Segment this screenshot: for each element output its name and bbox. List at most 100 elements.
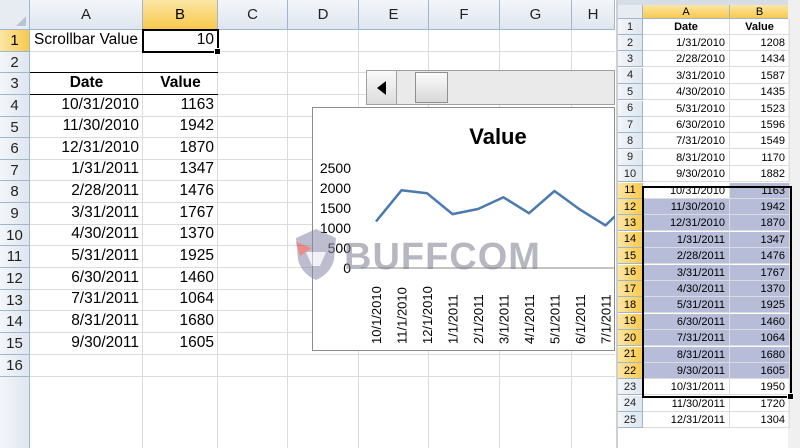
- table-cell-value[interactable]: 1605: [143, 334, 218, 352]
- right-table-cell-value[interactable]: 1596: [730, 117, 790, 133]
- right-row-header[interactable]: 2: [618, 35, 643, 51]
- scrollbar-thumb[interactable]: [415, 72, 449, 103]
- right-table-cell-date[interactable]: 11/30/2011: [643, 395, 730, 412]
- column-header-d[interactable]: D: [288, 0, 359, 30]
- column-header-c[interactable]: C: [218, 0, 288, 30]
- right-column-header-b[interactable]: B: [730, 5, 790, 19]
- row-header-1[interactable]: 1: [0, 30, 30, 52]
- right-row-header[interactable]: 7: [618, 117, 643, 133]
- table-cell-value[interactable]: 1942: [143, 117, 218, 135]
- right-row-header[interactable]: 1: [618, 19, 643, 35]
- right-table-cell-date[interactable]: 7/31/2010: [643, 133, 730, 150]
- row-header-7[interactable]: 7: [0, 160, 30, 181]
- row-header-15[interactable]: 15: [0, 333, 30, 355]
- table-cell-date[interactable]: 7/31/2011: [30, 290, 143, 308]
- right-row-header[interactable]: 25: [618, 412, 643, 429]
- right-row-header[interactable]: 17: [618, 281, 643, 297]
- right-table-cell-value[interactable]: 1587: [730, 67, 790, 84]
- table-cell-value[interactable]: 1370: [143, 225, 218, 243]
- table-cell-date[interactable]: 1/31/2011: [30, 160, 143, 178]
- right-row-header[interactable]: 9: [618, 149, 643, 166]
- table-cell-value[interactable]: 1460: [143, 269, 218, 287]
- scrollbar-track[interactable]: [397, 71, 614, 104]
- right-row-header[interactable]: 8: [618, 133, 643, 150]
- row-header-5[interactable]: 5: [0, 117, 30, 138]
- row-header-12[interactable]: 12: [0, 268, 30, 290]
- right-table-cell-date[interactable]: 1/31/2010: [643, 35, 730, 51]
- select-all-corner[interactable]: [0, 0, 30, 30]
- row-header-8[interactable]: 8: [0, 181, 30, 203]
- right-table-cell-date[interactable]: 12/31/2011: [643, 412, 730, 429]
- row-header-16[interactable]: 16: [0, 355, 30, 377]
- column-header-h[interactable]: H: [572, 0, 615, 30]
- table-cell-value[interactable]: 1767: [143, 204, 218, 222]
- row-header-9[interactable]: 9: [0, 203, 30, 225]
- table-cell-date[interactable]: 11/30/2010: [30, 117, 143, 135]
- right-table-cell-value[interactable]: 1882: [730, 166, 790, 183]
- right-select-all-corner[interactable]: [618, 5, 643, 19]
- table-cell-value[interactable]: 1064: [143, 290, 218, 308]
- right-worksheet[interactable]: A B 1 Date Value 2 1/31/2010 1208 3 2/28/201…: [616, 0, 800, 448]
- right-row-header[interactable]: 12: [618, 199, 643, 215]
- table-cell-date[interactable]: 5/31/2011: [30, 247, 143, 265]
- row-header-6[interactable]: 6: [0, 138, 30, 160]
- right-row-header[interactable]: 10: [618, 166, 643, 183]
- right-table-cell-value[interactable]: 1720: [730, 395, 790, 412]
- right-row-header[interactable]: 6: [618, 100, 643, 117]
- right-table-cell-date[interactable]: 8/31/2010: [643, 149, 730, 166]
- row-header-11[interactable]: 11: [0, 246, 30, 268]
- right-header-value[interactable]: Value: [730, 19, 790, 35]
- right-row-header[interactable]: 23: [618, 379, 643, 396]
- right-table-cell-date[interactable]: 2/28/2010: [643, 51, 730, 68]
- table-cell-date[interactable]: 10/31/2010: [30, 96, 143, 114]
- scrollbar-left-arrow-button[interactable]: [367, 71, 397, 104]
- table-cell-value[interactable]: 1476: [143, 182, 218, 200]
- table-cell-date[interactable]: 2/28/2011: [30, 182, 143, 200]
- right-table-cell-value[interactable]: 1208: [730, 35, 790, 51]
- right-row-header[interactable]: 16: [618, 264, 643, 281]
- table-cell-date[interactable]: 6/30/2011: [30, 269, 143, 287]
- right-row-header[interactable]: 15: [618, 248, 643, 265]
- row-header-2[interactable]: 2: [0, 52, 30, 73]
- header-date[interactable]: Date: [30, 74, 143, 92]
- row-header-4[interactable]: 4: [0, 95, 30, 117]
- cell-a1[interactable]: Scrollbar Value: [34, 31, 138, 49]
- column-header-g[interactable]: G: [500, 0, 572, 30]
- row-header-13[interactable]: 13: [0, 290, 30, 311]
- right-table-cell-date[interactable]: 9/30/2010: [643, 166, 730, 183]
- right-row-header[interactable]: 22: [618, 363, 643, 379]
- right-table-cell-value[interactable]: 1170: [730, 149, 790, 166]
- column-header-e[interactable]: E: [359, 0, 429, 30]
- table-cell-date[interactable]: 8/31/2011: [30, 312, 143, 330]
- right-row-header[interactable]: 5: [618, 84, 643, 101]
- right-row-header[interactable]: 14: [618, 231, 643, 248]
- right-table-cell-date[interactable]: 4/30/2010: [643, 84, 730, 101]
- left-worksheet[interactable]: A B C D E F G H 1 2 3 4 5 6 7 8 9 10 11 …: [0, 0, 615, 448]
- row-header-14[interactable]: 14: [0, 311, 30, 333]
- right-table-cell-date[interactable]: 3/31/2010: [643, 67, 730, 84]
- right-header-date[interactable]: Date: [643, 19, 730, 35]
- row-header-10[interactable]: 10: [0, 225, 30, 246]
- right-table-cell-date[interactable]: 5/31/2010: [643, 100, 730, 117]
- right-table-cell-value[interactable]: 1523: [730, 100, 790, 117]
- table-cell-value[interactable]: 1925: [143, 247, 218, 265]
- right-row-header[interactable]: 3: [618, 51, 643, 68]
- right-table-cell-value[interactable]: 1435: [730, 84, 790, 101]
- column-header-f[interactable]: F: [429, 0, 500, 30]
- header-value[interactable]: Value: [143, 74, 218, 92]
- form-scrollbar[interactable]: [366, 70, 615, 105]
- table-cell-date[interactable]: 9/30/2011: [30, 334, 143, 352]
- right-row-header[interactable]: 4: [618, 67, 643, 84]
- table-cell-value[interactable]: 1163: [143, 96, 218, 114]
- table-cell-date[interactable]: 12/31/2010: [30, 139, 143, 157]
- table-cell-value[interactable]: 1347: [143, 160, 218, 178]
- right-row-header[interactable]: 21: [618, 346, 643, 363]
- right-row-header[interactable]: 24: [618, 395, 643, 412]
- right-table-cell-value[interactable]: 1434: [730, 51, 790, 68]
- right-row-header[interactable]: 13: [618, 215, 643, 232]
- row-header-3[interactable]: 3: [0, 73, 30, 95]
- table-cell-value[interactable]: 1680: [143, 312, 218, 330]
- right-row-header[interactable]: 11: [618, 182, 643, 199]
- right-column-header-a[interactable]: A: [643, 5, 730, 19]
- column-header-b[interactable]: B: [143, 0, 218, 30]
